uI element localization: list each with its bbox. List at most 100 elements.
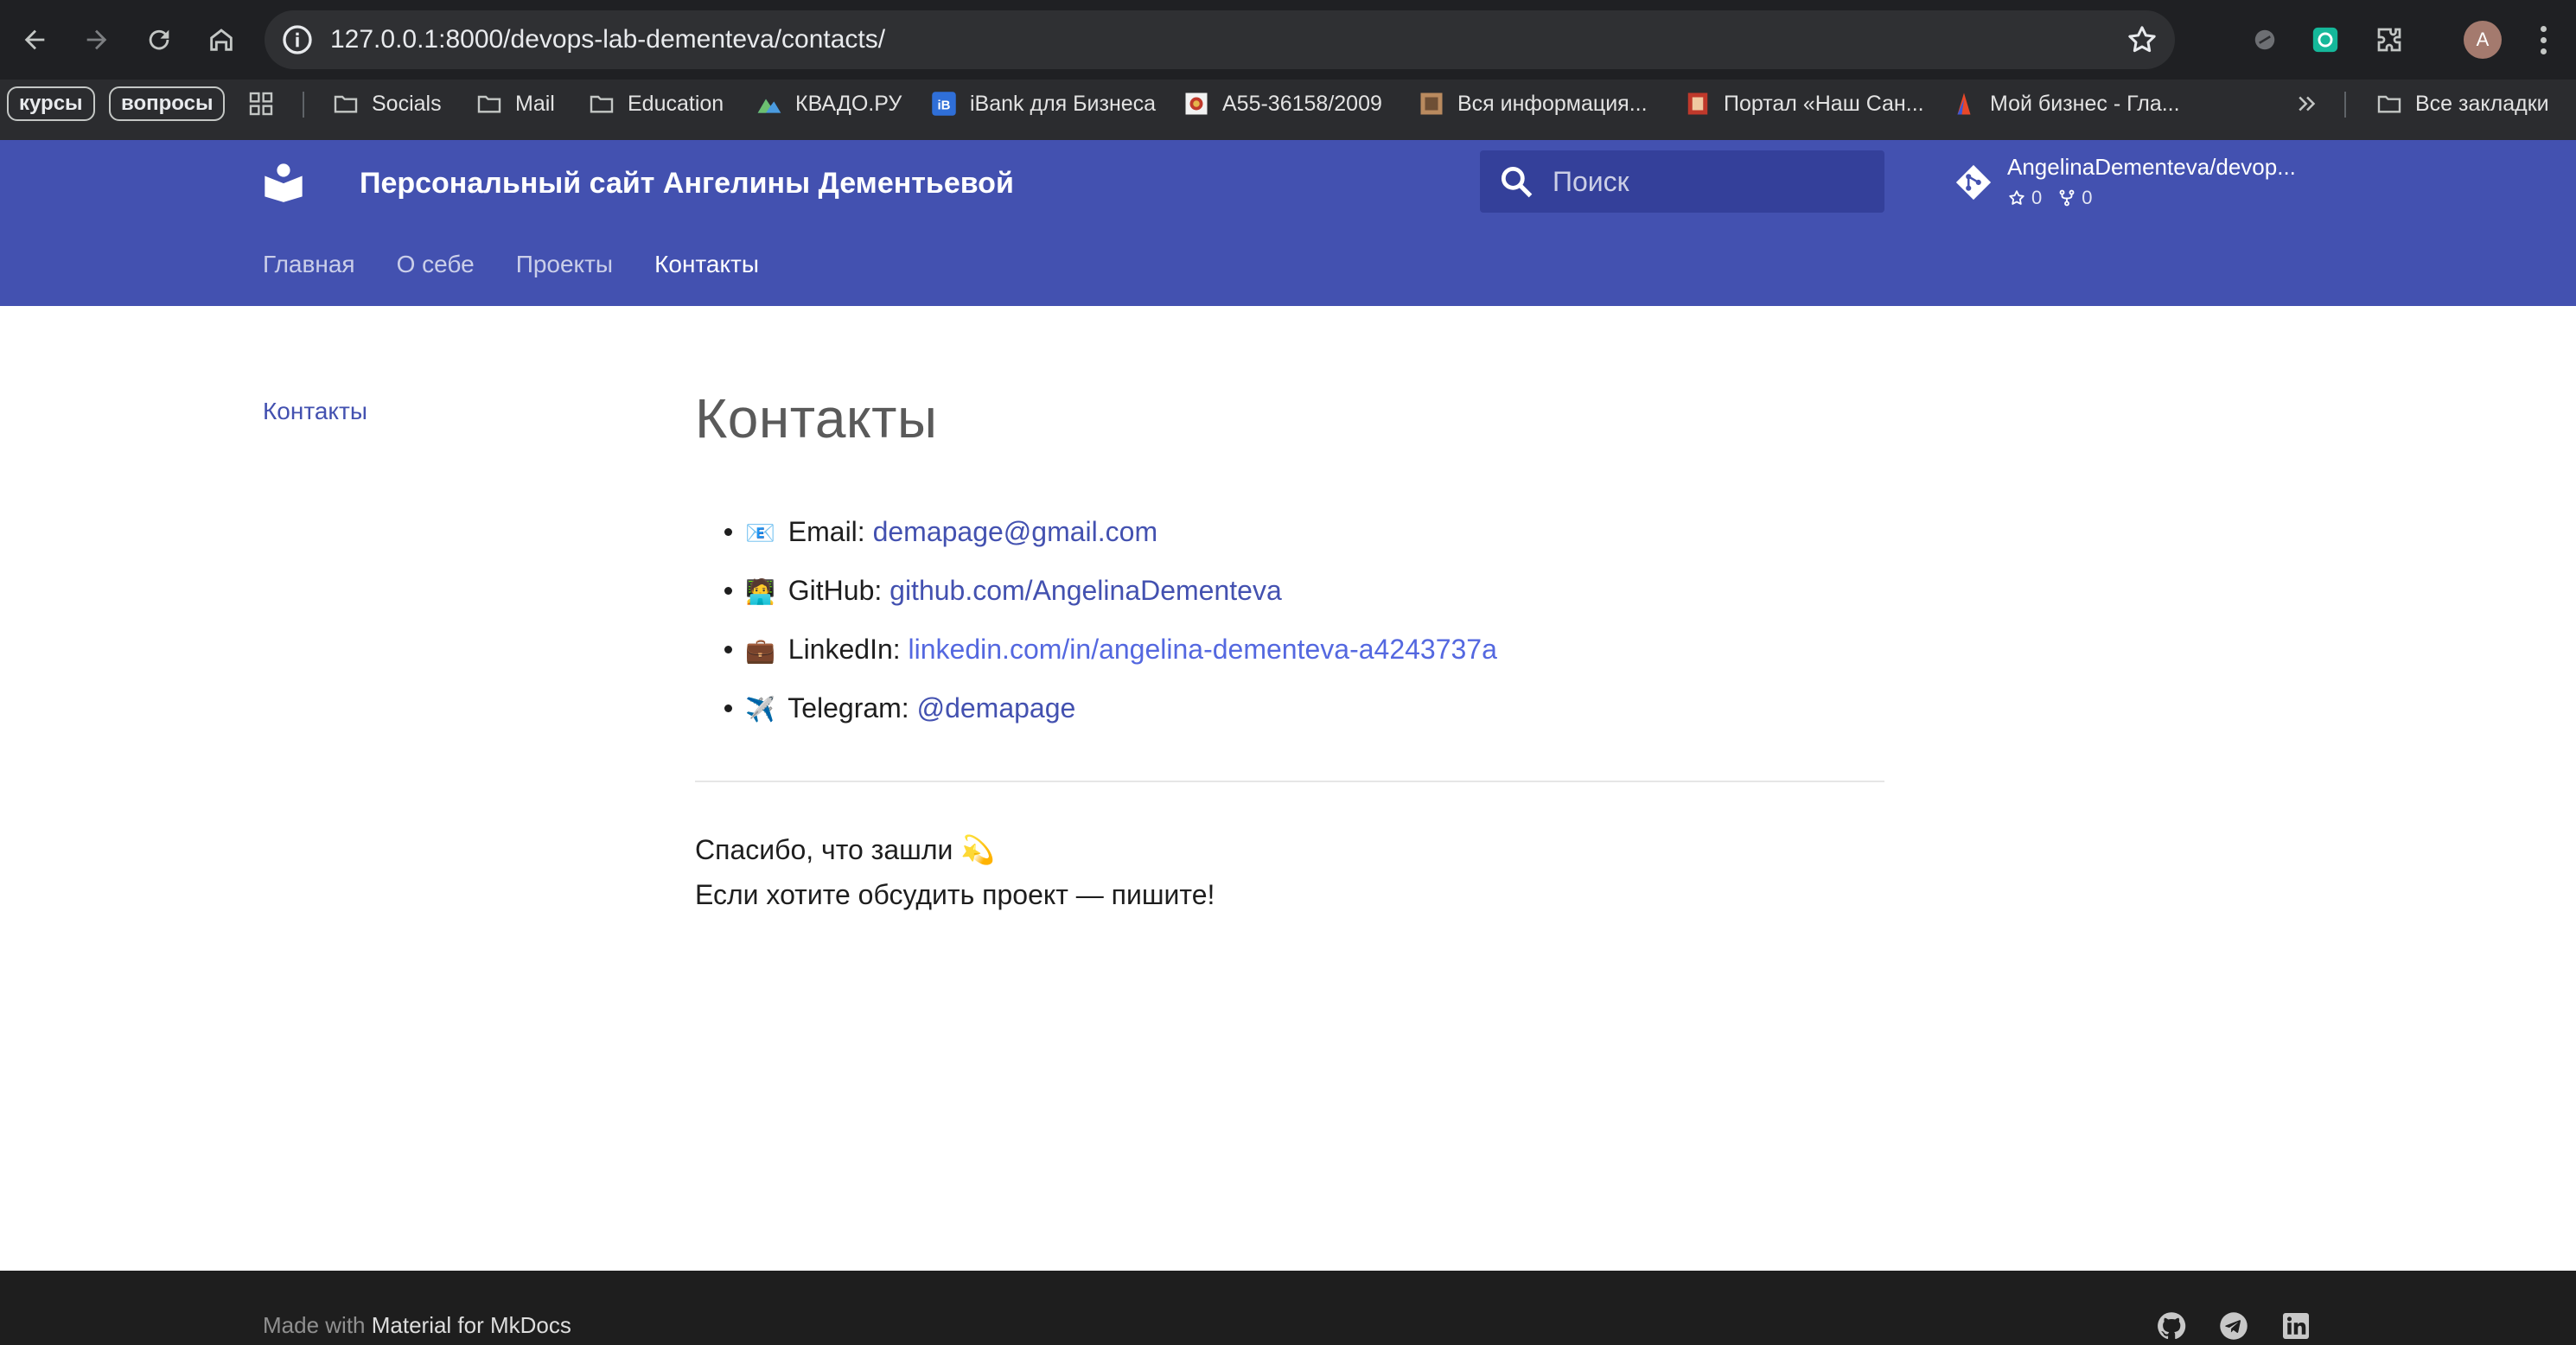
contact-label: GitHub: bbox=[787, 574, 883, 606]
reload-button[interactable] bbox=[137, 17, 182, 62]
arrow-left-icon bbox=[24, 29, 45, 50]
folder-icon bbox=[332, 90, 360, 118]
all-bookmarks[interactable]: Все закладки bbox=[2375, 86, 2549, 121]
contact-telegram: ✈️ Telegram: @demapage bbox=[695, 679, 1884, 737]
material-mkdocs-link[interactable]: Material for MkDocs bbox=[372, 1312, 571, 1338]
bookmark-label: Портал «Наш Сан... bbox=[1724, 91, 1924, 116]
contact-label: Telegram: bbox=[787, 692, 909, 723]
bookmark-pill-questions[interactable]: вопросы bbox=[109, 86, 226, 121]
puzzle-extensions-icon[interactable] bbox=[2370, 21, 2408, 59]
kvado-icon bbox=[756, 90, 783, 118]
folder-icon bbox=[588, 90, 615, 118]
forward-button[interactable] bbox=[74, 17, 119, 62]
telegram-icon[interactable] bbox=[2218, 1310, 2249, 1342]
bookmarks-separator bbox=[2344, 92, 2346, 118]
site-header: Персональный сайт Ангелины Дементьевой A… bbox=[0, 140, 2576, 306]
back-button[interactable] bbox=[12, 17, 57, 62]
emblem-icon bbox=[1183, 90, 1210, 118]
envelope-icon: 📧 bbox=[745, 519, 775, 546]
bookmark-label: Education bbox=[628, 91, 724, 116]
all-bookmarks-label: Все закладки bbox=[2415, 91, 2549, 116]
github-icon[interactable] bbox=[2156, 1310, 2187, 1342]
linkedin-link[interactable]: linkedin.com/in/angelina-dementeva-a4243… bbox=[909, 634, 1497, 665]
profile-avatar[interactable]: A bbox=[2464, 21, 2502, 59]
page-title: Контакты bbox=[695, 387, 938, 449]
photo-icon bbox=[1418, 90, 1445, 118]
repo-name: AngelinaDementeva/devop... bbox=[2007, 154, 2296, 180]
search-box[interactable] bbox=[1480, 150, 1884, 213]
site-footer: Made with Material for MkDocs bbox=[0, 1271, 2576, 1345]
technologist-icon: 🧑‍💻 bbox=[745, 577, 775, 605]
repo-forks: 0 bbox=[2057, 187, 2093, 209]
ibank-icon: iB bbox=[930, 90, 958, 118]
contact-linkedin: 💼 LinkedIn: linkedin.com/in/angelina-dem… bbox=[695, 620, 1884, 679]
site-title[interactable]: Персональный сайт Ангелины Дементьевой bbox=[360, 159, 1014, 207]
url-text[interactable]: 127.0.0.1:8000/devops-lab-dementeva/cont… bbox=[330, 10, 885, 69]
bookmark-kvado[interactable]: КВАДО.РУ bbox=[756, 86, 902, 121]
browser-toolbar: 127.0.0.1:8000/devops-lab-dementeva/cont… bbox=[0, 0, 2576, 80]
bookmark-label: Мой бизнес - Гла... bbox=[1990, 91, 2180, 116]
business-icon bbox=[1950, 90, 1978, 118]
contact-github: 🧑‍💻 GitHub: github.com/AngelinaDementeva bbox=[695, 561, 1884, 620]
info-icon bbox=[283, 25, 312, 54]
more-bookmarks-icon[interactable] bbox=[2294, 86, 2320, 121]
stars-count: 0 bbox=[2031, 187, 2043, 208]
main-content: Контакты 📧 Email: demapage@gmail.com 🧑‍💻… bbox=[695, 386, 1884, 917]
folder-icon bbox=[475, 90, 503, 118]
bookmark-mail[interactable]: Mail bbox=[475, 86, 555, 121]
portal-icon bbox=[1684, 90, 1712, 118]
bookmarks-separator bbox=[303, 92, 304, 118]
bookmark-label: Mail bbox=[515, 91, 555, 116]
bookmark-info[interactable]: Вся информация... bbox=[1418, 86, 1648, 121]
git-icon bbox=[1955, 164, 1992, 201]
telegram-link[interactable]: @demapage bbox=[917, 692, 1076, 723]
contact-email: 📧 Email: demapage@gmail.com bbox=[695, 502, 1884, 561]
made-with-text: Made with Material for MkDocs bbox=[263, 1312, 571, 1339]
bookmark-portal[interactable]: Портал «Наш Сан... bbox=[1684, 86, 1924, 121]
tab-contacts[interactable]: Контакты bbox=[654, 251, 759, 278]
bookmark-label: Вся информация... bbox=[1457, 91, 1648, 116]
apps-grid-icon[interactable] bbox=[247, 86, 275, 121]
bookmark-star-icon[interactable] bbox=[2125, 22, 2159, 57]
bookmark-business[interactable]: Мой бизнес - Гла... bbox=[1950, 86, 2180, 121]
star-icon bbox=[2009, 190, 2024, 205]
linkedin-icon[interactable] bbox=[2280, 1310, 2311, 1342]
bookmark-case[interactable]: А55-36158/2009 bbox=[1183, 86, 1382, 121]
address-bar[interactable]: 127.0.0.1:8000/devops-lab-dementeva/cont… bbox=[265, 10, 2175, 69]
content-divider bbox=[695, 780, 1884, 782]
bookmark-education[interactable]: Education bbox=[588, 86, 724, 121]
contact-label: Email: bbox=[787, 515, 865, 547]
search-icon bbox=[1501, 166, 1533, 198]
book-logo-icon[interactable] bbox=[261, 159, 306, 204]
contact-list: 📧 Email: demapage@gmail.com 🧑‍💻 GitHub: … bbox=[695, 502, 1884, 737]
home-icon bbox=[210, 29, 233, 51]
bookmark-label: КВАДО.РУ bbox=[795, 91, 902, 116]
sidebar-item-contacts[interactable]: Контакты bbox=[263, 398, 367, 425]
repo-stars: 0 bbox=[2007, 187, 2042, 209]
tab-home[interactable]: Главная bbox=[263, 251, 355, 278]
bookmark-pill-courses[interactable]: курсы bbox=[7, 86, 95, 121]
airplane-icon: ✈️ bbox=[745, 695, 775, 723]
github-link[interactable]: github.com/AngelinaDementeva bbox=[889, 575, 1282, 606]
search-input[interactable] bbox=[1553, 150, 1872, 213]
email-link[interactable]: demapage@gmail.com bbox=[873, 516, 1158, 547]
tab-projects[interactable]: Проекты bbox=[516, 251, 613, 278]
svg-text:iB: iB bbox=[938, 98, 951, 112]
browser-menu-icon[interactable] bbox=[2528, 21, 2559, 59]
fork-icon bbox=[2059, 189, 2075, 207]
made-with-label: Made with bbox=[263, 1312, 366, 1338]
repo-source-link[interactable]: AngelinaDementeva/devop... 0 0 bbox=[1954, 154, 2317, 214]
forks-count: 0 bbox=[2082, 187, 2093, 208]
tab-about[interactable]: О себе bbox=[397, 251, 475, 278]
briefcase-icon: 💼 bbox=[745, 636, 775, 664]
bookmark-ibank[interactable]: iB iBank для Бизнеса bbox=[930, 86, 1156, 121]
thanks-line-1: Спасибо, что зашли bbox=[695, 833, 953, 865]
bookmarks-bar: курсы вопросы Socials Mail Education КВА… bbox=[0, 80, 2576, 140]
main-tabs: Главная О себе Проекты Контакты bbox=[263, 251, 759, 278]
thanks-message: Спасибо, что зашли 💫 Если хотите обсудит… bbox=[695, 827, 1884, 917]
home-button[interactable] bbox=[199, 17, 244, 62]
grammar-extension-icon[interactable] bbox=[2306, 21, 2344, 59]
bookmark-socials[interactable]: Socials bbox=[332, 86, 442, 121]
repo-facts: 0 0 bbox=[2007, 187, 2093, 209]
extension-icon[interactable] bbox=[2246, 21, 2284, 59]
